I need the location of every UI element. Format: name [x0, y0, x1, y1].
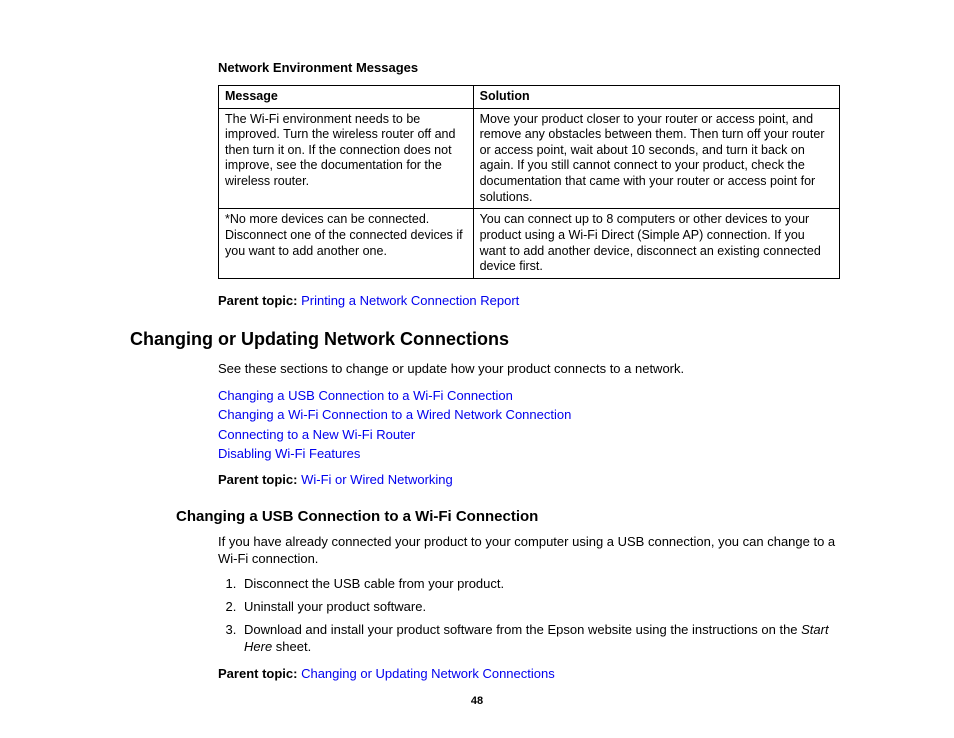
subsection-intro: If you have already connected your produ…: [218, 534, 839, 568]
section-link[interactable]: Disabling Wi-Fi Features: [218, 444, 839, 464]
section-links: Changing a USB Connection to a Wi-Fi Con…: [218, 386, 839, 464]
step-text-pre: Download and install your product softwa…: [244, 622, 801, 637]
table-cell-message: *No more devices can be connected. Disco…: [219, 209, 474, 279]
step-item: Disconnect the USB cable from your produ…: [240, 576, 839, 593]
parent-topic-label: Parent topic:: [218, 666, 301, 681]
table-header-solution: Solution: [473, 85, 839, 108]
parent-topic-link[interactable]: Changing or Updating Network Connections: [301, 666, 555, 681]
step-text-post: sheet.: [272, 639, 311, 654]
parent-topic-label: Parent topic:: [218, 472, 301, 487]
section-link[interactable]: Changing a Wi-Fi Connection to a Wired N…: [218, 405, 839, 425]
table-cell-message: The Wi-Fi environment needs to be improv…: [219, 108, 474, 209]
parent-topic-2: Parent topic: Wi-Fi or Wired Networking: [218, 472, 839, 489]
steps-list: Disconnect the USB cable from your produ…: [240, 576, 839, 656]
parent-topic-link[interactable]: Printing a Network Connection Report: [301, 293, 519, 308]
parent-topic-3: Parent topic: Changing or Updating Netwo…: [218, 666, 839, 683]
subsection-heading: Changing a USB Connection to a Wi-Fi Con…: [176, 507, 839, 527]
table-title: Network Environment Messages: [218, 60, 839, 77]
table-cell-solution: You can connect up to 8 computers or oth…: [473, 209, 839, 279]
page-number: 48: [0, 694, 954, 708]
section-link[interactable]: Connecting to a New Wi-Fi Router: [218, 425, 839, 445]
section-heading: Changing or Updating Network Connections: [130, 328, 839, 351]
step-item: Download and install your product softwa…: [240, 622, 839, 656]
parent-topic-1: Parent topic: Printing a Network Connect…: [218, 293, 839, 310]
parent-topic-label: Parent topic:: [218, 293, 301, 308]
table-row: The Wi-Fi environment needs to be improv…: [219, 108, 840, 209]
table-cell-solution: Move your product closer to your router …: [473, 108, 839, 209]
table-row: *No more devices can be connected. Disco…: [219, 209, 840, 279]
section-intro: See these sections to change or update h…: [218, 361, 839, 378]
section-link[interactable]: Changing a USB Connection to a Wi-Fi Con…: [218, 386, 839, 406]
network-messages-table: Message Solution The Wi-Fi environment n…: [218, 85, 840, 279]
table-header-message: Message: [219, 85, 474, 108]
parent-topic-link[interactable]: Wi-Fi or Wired Networking: [301, 472, 453, 487]
step-item: Uninstall your product software.: [240, 599, 839, 616]
